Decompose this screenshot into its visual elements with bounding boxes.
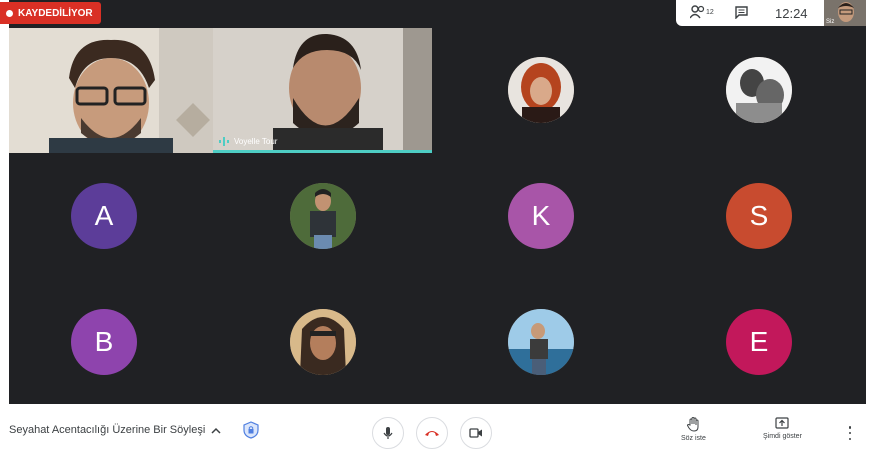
meeting-title: Seyahat Acentacılığı Üzerine Bir Söyleşi [9, 424, 206, 436]
participant-name: Voyelle Tour [234, 137, 278, 146]
audio-level-icon [219, 137, 229, 146]
people-icon [690, 5, 705, 19]
security-shield-icon[interactable] [243, 421, 259, 439]
participant-avatar-letter[interactable]: K [508, 183, 574, 249]
avatar-letter: S [749, 200, 769, 231]
participant-avatar-letter[interactable]: E [726, 309, 792, 375]
chat-button[interactable] [735, 6, 748, 19]
participant-avatar-photo[interactable] [726, 57, 792, 123]
clock-time: 12:24 [775, 6, 808, 21]
avatar-photo [726, 57, 792, 123]
avatar-photo [290, 309, 356, 375]
self-view-thumbnail[interactable]: Siz [824, 0, 866, 26]
hang-up-icon [425, 431, 439, 436]
video-grid: KAYDEDİLİYOR Voyelle Tour A K S B E [0, 0, 866, 404]
more-vert-icon [848, 426, 852, 429]
bottom-toolbar: Seyahat Acentacılığı Üzerine Bir Söyleşi… [0, 404, 875, 449]
participant-video-2 [213, 28, 432, 153]
meeting-details-toggle[interactable]: Seyahat Acentacılığı Üzerine Bir Söyleşi [9, 424, 221, 436]
camera-icon [469, 428, 482, 438]
self-label: Siz [826, 19, 835, 25]
microphone-button[interactable] [372, 417, 404, 449]
hand-icon [687, 417, 699, 432]
microphone-icon [383, 427, 393, 439]
chevron-up-icon [211, 427, 221, 434]
participant-count: 12 [706, 8, 714, 16]
chat-icon [735, 6, 748, 19]
avatar-photo [290, 183, 356, 249]
present-label: Şimdi göster [763, 433, 802, 440]
participant-tile-video-1[interactable] [9, 28, 213, 153]
raise-hand-label: Söz iste [681, 435, 706, 442]
participant-avatar-photo[interactable] [290, 309, 356, 375]
top-right-panel: 12 12:24 Siz [676, 0, 866, 26]
recording-dot-icon [6, 9, 13, 17]
participants-button[interactable]: 12 [690, 5, 714, 19]
present-now-button[interactable]: Şimdi göster [763, 417, 802, 440]
recording-label: KAYDEDİLİYOR [18, 7, 93, 19]
present-icon [775, 417, 790, 429]
participant-avatar-letter[interactable]: S [726, 183, 792, 249]
hang-up-button[interactable] [416, 417, 448, 449]
participant-avatar-photo[interactable] [508, 309, 574, 375]
participant-name-tag: Voyelle Tour [219, 137, 277, 146]
participant-avatar-letter[interactable]: A [71, 183, 137, 249]
participant-video-1 [9, 28, 213, 153]
camera-button[interactable] [460, 417, 492, 449]
more-options-button[interactable] [845, 426, 855, 440]
avatar-photo [508, 309, 574, 375]
participant-avatar-photo[interactable] [290, 183, 356, 249]
recording-badge: KAYDEDİLİYOR [0, 2, 101, 24]
avatar-letter: K [531, 200, 551, 231]
participant-avatar-photo[interactable] [508, 57, 574, 123]
participant-avatar-letter[interactable]: B [71, 309, 137, 375]
raise-hand-button[interactable]: Söz iste [681, 417, 706, 442]
avatar-letter: E [749, 326, 769, 357]
avatar-photo [508, 57, 574, 123]
avatar-letter: B [94, 326, 114, 357]
speaking-indicator [213, 150, 432, 153]
participant-tile-video-2[interactable]: Voyelle Tour [213, 28, 432, 153]
avatar-letter: A [94, 200, 114, 231]
